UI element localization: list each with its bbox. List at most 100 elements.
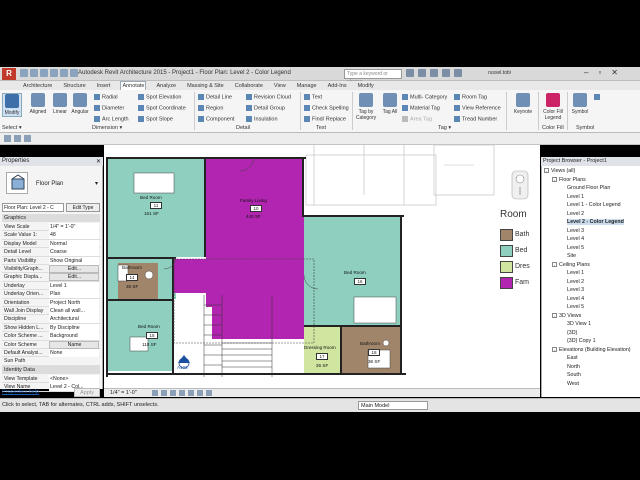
browser-item[interactable]: Level 5: [567, 245, 584, 251]
edit-type-button[interactable]: Edit Type: [66, 203, 100, 212]
panel-label-dimension[interactable]: Dimension ▾: [92, 125, 122, 131]
close-icon[interactable]: ✕: [96, 158, 101, 165]
property-value[interactable]: Level 1: [49, 281, 99, 290]
category-graphics[interactable]: Graphics: [2, 214, 100, 222]
property-row[interactable]: Visibility/Graph... Edit...: [2, 265, 100, 274]
maximize-button[interactable]: ▫: [598, 68, 601, 77]
detail-line-button[interactable]: Detail Line: [198, 94, 232, 100]
browser-item[interactable]: East: [567, 355, 578, 361]
property-value[interactable]: Coarse: [49, 248, 99, 257]
browser-item[interactable]: Ground Floor Plan: [567, 185, 610, 191]
check-spelling-button[interactable]: Check Spelling: [304, 105, 349, 111]
browser-item[interactable]: Level 3: [567, 228, 584, 234]
collapse-toggle-icon[interactable]: -: [552, 312, 557, 318]
workset-selector[interactable]: Main Model: [358, 401, 428, 410]
browser-item[interactable]: Level 2 - Color Legend: [567, 219, 624, 225]
view-scale[interactable]: 1/4" = 1'-0": [110, 390, 137, 396]
tag-by-category-button[interactable]: Tag by Category: [354, 93, 378, 121]
browser-item[interactable]: - Floor Plans: [552, 177, 586, 183]
room-label[interactable]: Bathroom: [360, 341, 380, 346]
browser-item[interactable]: -3D Views: [552, 313, 581, 319]
spot-coordinate-button[interactable]: Spot Coordinate: [138, 105, 186, 111]
property-row[interactable]: Discipline Architectural: [2, 315, 100, 324]
aligned-dimension-button[interactable]: Aligned: [28, 93, 48, 115]
browser-item[interactable]: - Views (all): [544, 168, 575, 174]
search-icon[interactable]: [406, 69, 414, 77]
revit-logo-icon[interactable]: R: [2, 68, 16, 80]
spot-slope-button[interactable]: Spot Slope: [138, 116, 173, 122]
tab-structure[interactable]: Structure: [62, 83, 86, 89]
category-identity-data[interactable]: Identity Data: [2, 366, 100, 374]
find-replace-button[interactable]: Find/ Replace: [304, 116, 346, 122]
browser-item[interactable]: Level 4: [567, 296, 584, 302]
open-icon[interactable]: [20, 69, 28, 77]
text-button[interactable]: Text: [304, 94, 322, 100]
tab-massing-site[interactable]: Massing & Site: [186, 83, 225, 89]
property-row[interactable]: Color Scheme Name: [2, 340, 100, 349]
diameter-button[interactable]: Diameter: [94, 105, 124, 111]
property-row[interactable]: View Scale 1/4" = 1'-0": [2, 223, 100, 232]
favorites-icon[interactable]: [442, 69, 450, 77]
property-row[interactable]: Underlay Orien... Plan: [2, 290, 100, 299]
room-number-tag[interactable]: 11: [150, 202, 162, 209]
save-icon[interactable]: [30, 69, 38, 77]
revision-cloud-button[interactable]: Revision Cloud: [246, 94, 291, 100]
room-number-tag[interactable]: 17: [316, 353, 328, 360]
property-value[interactable]: By Discipline: [49, 323, 99, 332]
communication-icon[interactable]: [430, 69, 438, 77]
property-edit-button[interactable]: Edit...: [49, 265, 99, 273]
room-number-tag[interactable]: 18: [368, 349, 380, 356]
browser-item[interactable]: {3D}: [567, 330, 577, 336]
minimize-button[interactable]: –: [584, 68, 588, 77]
browser-item[interactable]: Level 1: [567, 270, 584, 276]
collapse-toggle-icon[interactable]: -: [552, 176, 557, 182]
color-fill-legend-button[interactable]: Color Fill Legend: [541, 93, 565, 121]
room-label[interactable]: Bed Room: [138, 324, 160, 329]
room-label[interactable]: Bed Room: [344, 270, 366, 275]
type-dropdown-icon[interactable]: ▾: [95, 180, 98, 187]
arc-length-button[interactable]: Arc Length: [94, 116, 129, 122]
print-icon[interactable]: [60, 69, 68, 77]
property-value[interactable]: Background: [49, 332, 99, 341]
property-value[interactable]: 48: [49, 231, 99, 240]
angular-dimension-button[interactable]: Angular: [70, 93, 90, 115]
collapse-toggle-icon[interactable]: -: [552, 261, 557, 267]
property-row[interactable]: Scale Value 1: 48: [2, 231, 100, 240]
property-row[interactable]: Orientation Project North: [2, 298, 100, 307]
undo-icon[interactable]: [40, 69, 48, 77]
navigation-bar[interactable]: [511, 170, 529, 200]
measure-icon[interactable]: [70, 69, 78, 77]
room-number-tag[interactable]: 16: [354, 278, 366, 285]
ribbon-extra-button[interactable]: [594, 94, 602, 100]
panel-label-select[interactable]: Select ▾: [2, 125, 22, 131]
room-label[interactable]: Dressing Room: [304, 345, 336, 350]
tab-modify[interactable]: Modify: [357, 83, 375, 89]
property-value[interactable]: <None>: [49, 375, 99, 383]
property-row[interactable]: Sun Path: [2, 357, 100, 366]
insulation-button[interactable]: Insulation: [246, 116, 278, 122]
symbol-button[interactable]: Symbol: [570, 93, 590, 115]
property-value[interactable]: Project North: [49, 298, 99, 307]
property-value[interactable]: Normal: [49, 239, 99, 248]
browser-item[interactable]: Level 2: [567, 211, 584, 217]
browser-item[interactable]: {3D} Copy 1: [567, 338, 596, 344]
search-input[interactable]: Type a keyword or phrase: [344, 69, 402, 85]
browser-item[interactable]: West: [567, 381, 579, 387]
material-tag-button[interactable]: Material Tag: [402, 105, 440, 111]
property-row[interactable]: View Template <None>: [2, 375, 100, 384]
tab-architecture[interactable]: Architecture: [22, 83, 53, 89]
property-row[interactable]: Parts Visibility Show Original: [2, 256, 100, 265]
property-row[interactable]: Graphic Displa... Edit...: [2, 273, 100, 282]
tab-view[interactable]: View: [273, 83, 287, 89]
property-value[interactable]: Plan: [49, 290, 99, 299]
property-value[interactable]: None: [49, 349, 99, 357]
user-name[interactable]: russel.tobi: [488, 70, 511, 76]
room-number-tag[interactable]: 14: [126, 274, 138, 281]
property-value[interactable]: Show Original: [49, 256, 99, 265]
browser-item[interactable]: 3D View 1: [567, 321, 591, 327]
subscription-icon[interactable]: [418, 69, 426, 77]
panel-label-tag[interactable]: Tag ▾: [438, 125, 451, 131]
property-row[interactable]: Color Scheme ... Background: [2, 332, 100, 341]
browser-item[interactable]: Level 2: [567, 279, 584, 285]
tab-analyze[interactable]: Analyze: [155, 83, 177, 89]
